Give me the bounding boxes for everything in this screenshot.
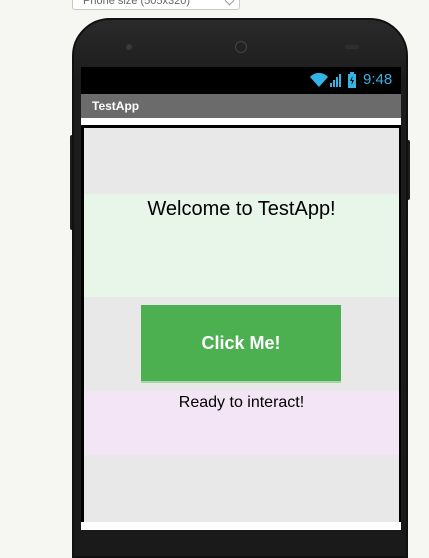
front-camera: [235, 41, 247, 53]
app-content: Welcome to TestApp! Click Me! Ready to i…: [84, 128, 399, 523]
proximity-sensor: [345, 45, 359, 49]
bottom-divider: [81, 522, 401, 530]
chevron-down-icon: [224, 0, 235, 6]
status-label: Ready to interact!: [178, 394, 305, 411]
front-sensor-dot: [126, 44, 132, 50]
battery-icon: [347, 72, 357, 93]
signal-icon: [330, 74, 341, 87]
device-size-value: Phone size (505x320): [83, 0, 191, 7]
wifi-icon: [309, 72, 343, 93]
click-me-button[interactable]: Click Me!: [141, 305, 341, 383]
app-title: TestApp: [92, 99, 140, 113]
app-titlebar: TestApp: [81, 94, 401, 118]
device-size-select[interactable]: Phone size (505x320): [72, 0, 240, 10]
status-bar: 9:48: [81, 67, 401, 94]
welcome-label: Welcome to TestApp!: [147, 198, 336, 220]
status-time: 9:48: [363, 71, 393, 88]
